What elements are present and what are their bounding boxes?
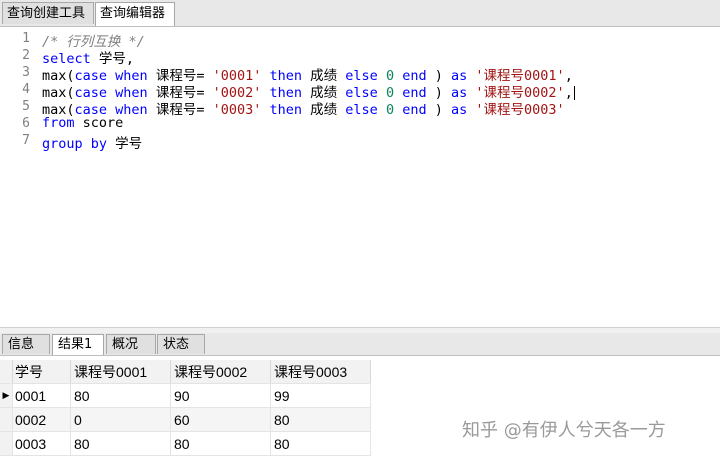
sql-keyword: from	[42, 115, 75, 131]
table-row[interactable]: 0002 0 60 80	[0, 407, 371, 432]
grid-cell[interactable]: 99	[270, 383, 371, 408]
sql-editor[interactable]: 1 2 3 4 5 6 7 /* 行列互换 */ select 学号, max(…	[0, 27, 720, 327]
top-tab-bar: 查询创建工具 查询编辑器	[0, 0, 720, 27]
code-line-7: group by 学号	[42, 132, 142, 152]
line-number: 6	[22, 116, 30, 131]
grid-cell[interactable]: 60	[170, 407, 271, 432]
line-number-gutter: 1 2 3 4 5 6 7	[0, 27, 36, 327]
code-text: 课程号=	[147, 102, 213, 118]
grid-cell[interactable]: 80	[270, 407, 371, 432]
sql-keyword: as	[451, 102, 468, 118]
code-line-6: from score	[42, 115, 123, 131]
sql-number: 0	[385, 102, 395, 118]
tab-query-editor[interactable]: 查询编辑器	[95, 2, 175, 26]
column-header[interactable]: 课程号0003	[270, 360, 371, 384]
column-header[interactable]: 课程号0001	[70, 360, 171, 384]
grid-cell[interactable]: 0	[70, 407, 171, 432]
code-text: 成绩	[302, 102, 346, 118]
watermark: 知乎 @有伊人兮天各一方	[462, 420, 666, 441]
grid-cell[interactable]: 80	[70, 383, 171, 408]
column-header[interactable]: 课程号0002	[170, 360, 271, 384]
sql-string: '0003'	[212, 102, 262, 118]
grid-cell[interactable]: 0003	[12, 431, 71, 456]
result-tab-bar: 信息 结果1 概况 状态	[0, 333, 720, 356]
grid-cell[interactable]: 80	[270, 431, 371, 456]
sql-string: '课程号0003'	[475, 102, 565, 118]
code-text: )	[426, 102, 451, 118]
code-text: 学号	[107, 136, 143, 152]
line-number: 5	[22, 99, 30, 114]
result-grid: 学号 课程号0001 课程号0002 课程号0003 ▶ 0001 80 90 …	[0, 360, 371, 456]
code-text: score	[74, 115, 124, 131]
line-number: 7	[22, 133, 30, 148]
line-number: 3	[22, 65, 30, 80]
sql-keyword: else	[345, 102, 378, 118]
grid-header-row: 学号 课程号0001 课程号0002 课程号0003	[0, 360, 371, 384]
grid-cell[interactable]: 80	[170, 431, 271, 456]
tab-profile[interactable]: 概况	[106, 334, 156, 354]
tab-info[interactable]: 信息	[2, 334, 50, 354]
grid-cell[interactable]: 0002	[12, 407, 71, 432]
tab-query-builder[interactable]: 查询创建工具	[2, 2, 94, 24]
code-text: ,	[564, 85, 573, 101]
sql-keyword: end	[402, 102, 427, 118]
table-row[interactable]: ▶ 0001 80 90 99	[0, 383, 371, 408]
table-row[interactable]: 0003 80 80 80	[0, 431, 371, 456]
grid-cell[interactable]: 90	[170, 383, 271, 408]
grid-cell[interactable]: 80	[70, 431, 171, 456]
row-indicator	[0, 407, 13, 432]
line-number: 1	[22, 31, 30, 46]
line-number: 4	[22, 82, 30, 97]
row-indicator	[0, 431, 13, 456]
grid-cell[interactable]: 0001	[12, 383, 71, 408]
line-number: 2	[22, 48, 30, 63]
tab-result-1[interactable]: 结果1	[52, 334, 104, 355]
sql-keyword: then	[269, 102, 303, 118]
row-indicator-header	[0, 360, 13, 384]
text-cursor	[573, 86, 575, 100]
tab-status[interactable]: 状态	[157, 334, 205, 354]
sql-keyword: group by	[42, 136, 108, 152]
current-row-icon: ▶	[0, 383, 13, 408]
column-header[interactable]: 学号	[12, 360, 71, 384]
